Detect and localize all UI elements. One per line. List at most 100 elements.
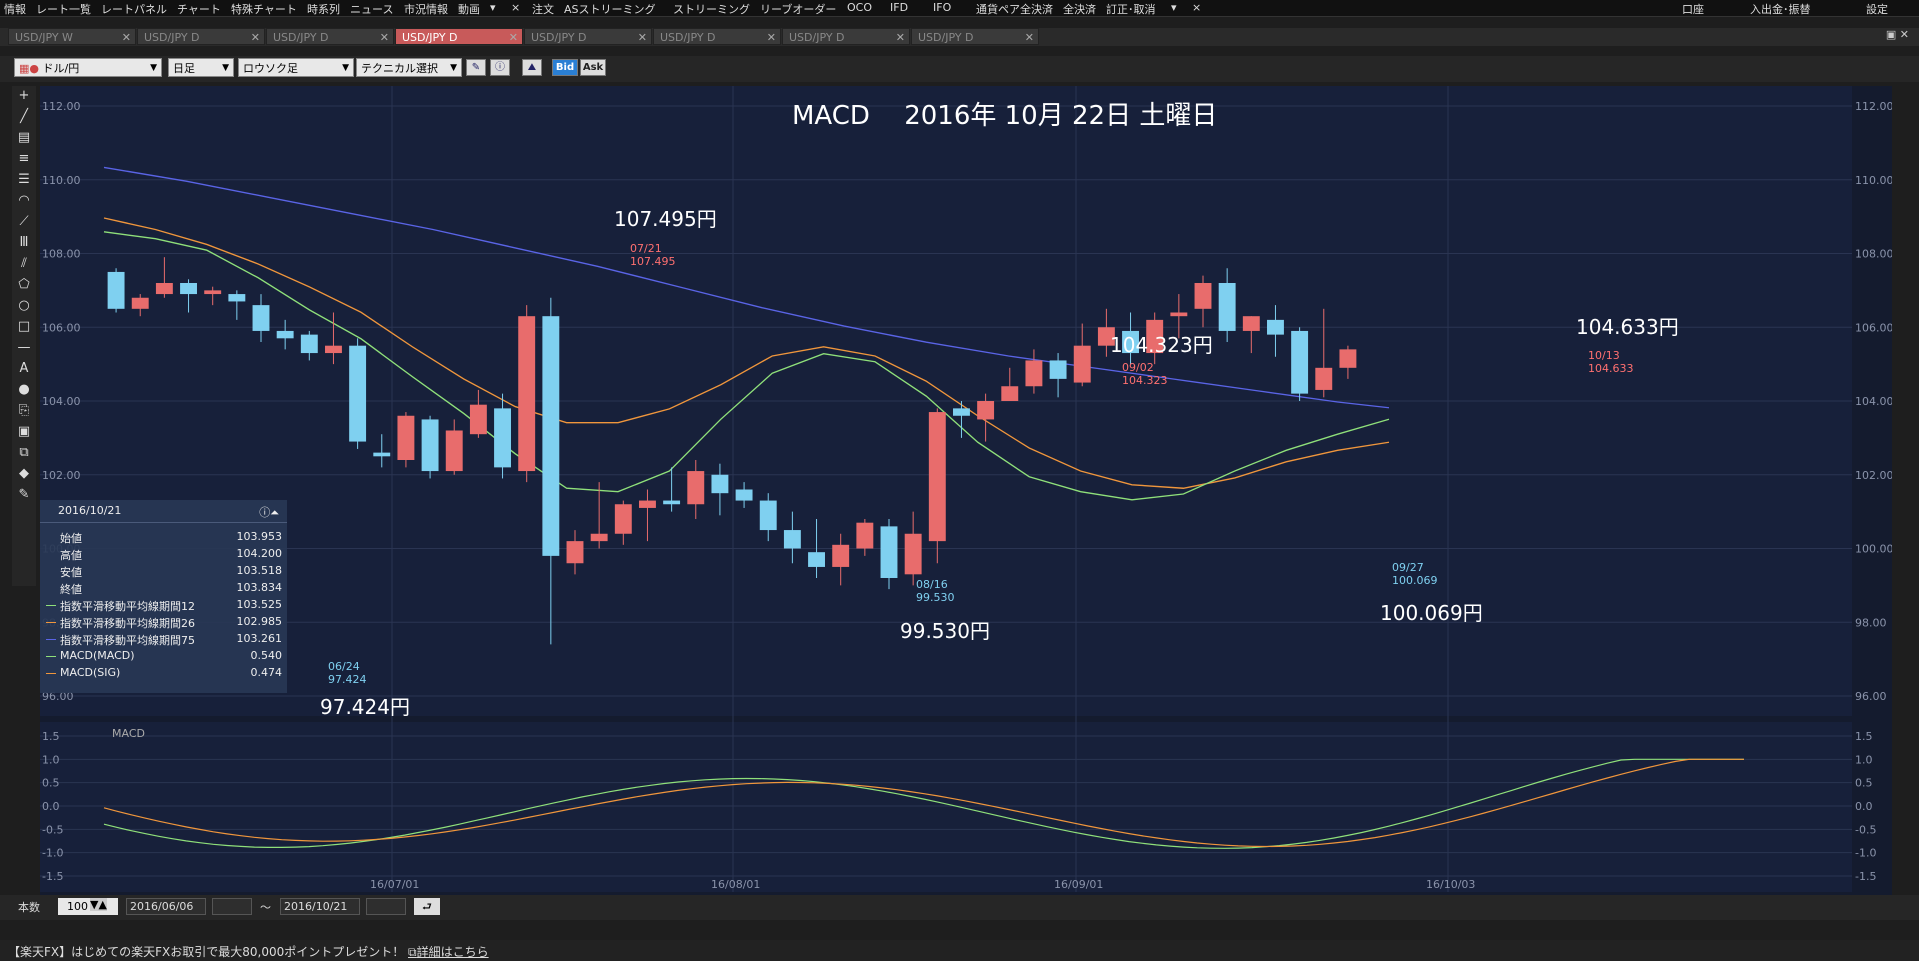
menu-item[interactable]: ▾ (490, 1, 496, 14)
series-swatch (46, 605, 56, 606)
price-annotation: 100.069円 (1380, 601, 1483, 625)
range-bar: 本数 100 ▼▲ 2016/06/06 〜 2016/10/21 ⮐ (0, 895, 1919, 920)
menu-item[interactable]: 注文 (532, 1, 554, 17)
menu-item[interactable]: 全決済 (1063, 1, 1096, 17)
macd-panel (40, 722, 1852, 892)
chart-tab[interactable]: USD/JPY D ✕ (137, 28, 265, 45)
tab-label: USD/JPY D (918, 31, 974, 44)
rect-tool-icon[interactable]: □ (14, 317, 34, 337)
menu-item[interactable]: 特殊チャート (231, 1, 297, 17)
menu-item[interactable]: 通貨ペア全決済 (976, 1, 1053, 17)
start-date-field[interactable]: 2016/06/06 (126, 898, 206, 915)
menu-item[interactable]: 動画 (458, 1, 480, 17)
line-tool-icon[interactable]: ╱ (14, 107, 34, 127)
text-tool-icon[interactable]: A (14, 359, 34, 379)
vlines-tool-icon[interactable]: ☰ (14, 170, 34, 190)
menu-item[interactable]: ASストリーミング (564, 1, 656, 17)
info-icon[interactable]: ⓘ (490, 59, 510, 76)
menu-item[interactable]: ストリーミング (673, 1, 750, 17)
mountain-icon[interactable]: ⛰ (522, 59, 542, 76)
data-window-header: 2016/10/21 ⓘ⏶ (40, 500, 287, 523)
arc-tool-icon[interactable]: ◠ (14, 191, 34, 211)
ruler-tool-icon[interactable]: ▤ (14, 128, 34, 148)
crosshair-tool-icon[interactable]: + (14, 86, 34, 106)
menu-item[interactable]: IFD (890, 1, 908, 14)
menu-item[interactable]: × (1192, 1, 1201, 14)
menu-item[interactable]: レートパネル (101, 1, 167, 17)
eraser-tool-icon[interactable]: ◆ (14, 464, 34, 484)
ask-button[interactable]: Ask (580, 59, 606, 76)
chart-title: MACD 2016年 10月 22日 土曜日 (792, 101, 1217, 131)
detail-link[interactable]: ⧉詳細はこちら (408, 943, 489, 960)
copy-tool-icon[interactable]: ⎘ (14, 401, 34, 421)
pentagon-tool-icon[interactable]: ⬠ (14, 275, 34, 295)
menu-item[interactable]: 時系列 (307, 1, 340, 17)
pitchfork-tool-icon[interactable]: ⫽ (14, 254, 34, 274)
menu-item[interactable]: ニュース (350, 1, 393, 17)
close-icon[interactable]: ✕ (1025, 29, 1034, 46)
menu-item[interactable]: 市況情報 (404, 1, 448, 17)
close-icon[interactable]: ✕ (122, 29, 131, 46)
chart-tab[interactable]: USD/JPY D ✕ (911, 28, 1039, 45)
lock-tool-icon[interactable]: ⧉ (14, 443, 34, 463)
macd-tick: -0.5 (42, 823, 63, 836)
circle-tool-icon[interactable]: ○ (14, 296, 34, 316)
settings-tool-icon[interactable]: ✎ (14, 485, 34, 505)
macd-tick: -0.5 (1855, 823, 1876, 836)
menu-item[interactable]: ▾ (1171, 1, 1177, 14)
end-date-field[interactable]: 2016/10/21 (280, 898, 360, 915)
fan-tool-icon[interactable]: ⟋ (14, 212, 34, 232)
row-label: 安値 (60, 566, 82, 579)
chart-tab[interactable]: USD/JPY D ✕ (395, 28, 523, 45)
technical-select[interactable]: テクニカル選択 ▼ (356, 58, 462, 77)
close-icon[interactable]: ✕ (896, 29, 905, 46)
menu-item[interactable]: IFO (933, 1, 951, 14)
data-row: 始値 103.953 (60, 530, 282, 545)
macd-label: MACD (112, 727, 145, 740)
close-icon[interactable]: ✕ (509, 29, 518, 46)
close-icon[interactable]: ✕ (638, 29, 647, 46)
end-time-field[interactable] (366, 898, 406, 915)
stepper-icon[interactable]: ▼▲ (90, 898, 107, 911)
menu-item[interactable]: リーブオーダー (760, 1, 836, 17)
refresh-button[interactable]: ⮐ (414, 898, 440, 915)
currency-pair-select[interactable]: ▦● ドル/円 ▼ (14, 58, 162, 77)
period-select[interactable]: 日足 ▼ (168, 58, 234, 77)
window-controls[interactable]: ▣ ✕ (1886, 28, 1909, 41)
icon-tool-icon[interactable]: ● (14, 380, 34, 400)
count-input[interactable]: 100 (58, 898, 118, 915)
close-icon[interactable]: ✕ (767, 29, 776, 46)
close-icon[interactable]: ✕ (251, 29, 260, 46)
bid-button[interactable]: Bid (552, 59, 578, 76)
close-icon[interactable]: ✕ (380, 29, 389, 46)
chart-type-select[interactable]: ロウソク足 ▼ (238, 58, 354, 77)
menu-right-item[interactable]: 入出金･振替 (1750, 1, 1811, 17)
hline-tool-icon[interactable]: — (14, 338, 34, 358)
price-annotation: 104.323円 (1110, 333, 1213, 357)
marker-value: 100.069 (1392, 574, 1438, 587)
price-chart[interactable]: MACD 2016年 10月 22日 土曜日 112.00 112.00 110.0… (40, 86, 1892, 896)
chart-tab[interactable]: USD/JPY D ✕ (653, 28, 781, 45)
info-icon[interactable]: ⓘ⏶ (259, 502, 279, 524)
drawing-tools-sidebar: + ╱ ▤ ≡ ☰ ◠ ⟋ Ⅲ ⫽ ⬠ ○ □ — A ● ⎘ ▣ ⧉ ◆ ✎ (12, 86, 36, 586)
chart-tab[interactable]: USD/JPY D ✕ (266, 28, 394, 45)
price-tick: 112.00 (1855, 100, 1892, 113)
menu-item[interactable]: × (511, 1, 520, 14)
menu-item[interactable]: チャート (177, 1, 221, 17)
channel-tool-icon[interactable]: Ⅲ (14, 233, 34, 253)
price-tick: 98.00 (1855, 616, 1887, 629)
menu-item[interactable]: レート一覧 (36, 1, 91, 17)
layers-tool-icon[interactable]: ▣ (14, 422, 34, 442)
pen-icon[interactable]: ✎ (466, 59, 486, 76)
menu-item[interactable]: 情報 (4, 1, 26, 17)
hlines-tool-icon[interactable]: ≡ (14, 149, 34, 169)
menu-item[interactable]: 訂正･取消 (1106, 1, 1156, 17)
menu-item[interactable]: OCO (847, 1, 872, 14)
chevron-down-icon: ▼ (450, 63, 457, 73)
chart-tab[interactable]: USD/JPY W ✕ (8, 28, 136, 45)
chart-tab[interactable]: USD/JPY D ✕ (782, 28, 910, 45)
start-time-field[interactable] (212, 898, 252, 915)
menu-right-item[interactable]: 口座 (1682, 1, 1704, 17)
chart-tab[interactable]: USD/JPY D ✕ (524, 28, 652, 45)
menu-right-item[interactable]: 設定 (1866, 1, 1888, 17)
